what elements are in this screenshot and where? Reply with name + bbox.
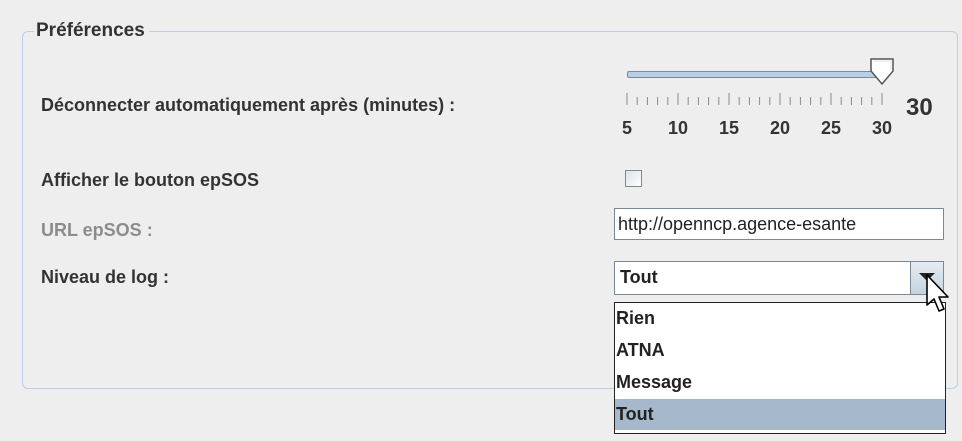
slider-track[interactable] (627, 71, 884, 78)
auto-logout-slider[interactable]: 5 10 15 20 25 30 (618, 58, 894, 154)
log-level-option-atna[interactable]: ATNA (615, 335, 945, 366)
slider-tick-label: 25 (820, 118, 842, 138)
epsos-url-field[interactable] (614, 208, 944, 240)
slider-tick-label: 20 (769, 118, 791, 138)
slider-tick-labels: 5 10 15 20 25 30 (618, 118, 894, 142)
log-level-option-message[interactable]: Message (615, 367, 945, 398)
log-level-label: Niveau de log : (41, 267, 170, 287)
auto-logout-label: Déconnecter automatiquement après (minut… (41, 95, 456, 115)
mouse-pointer-icon (926, 274, 949, 312)
epsos-button-checkbox[interactable] (625, 170, 642, 187)
log-level-selected: Tout (620, 267, 658, 287)
auto-logout-value: 30 (906, 94, 933, 121)
log-level-option-tout[interactable]: Tout (615, 399, 945, 430)
log-level-option-rien[interactable]: Rien (615, 303, 945, 334)
panel-title: Préférences (34, 19, 149, 43)
slider-tick-label: 30 (871, 118, 893, 138)
slider-thumb[interactable] (869, 58, 895, 86)
epsos-button-label: Afficher le bouton epSOS (41, 170, 260, 190)
epsos-url-label: URL epSOS : (41, 220, 153, 240)
slider-ticks (626, 93, 883, 105)
log-level-combo[interactable]: Tout (614, 261, 944, 295)
slider-tick-label: 5 (621, 118, 633, 138)
slider-tick-label: 10 (667, 118, 689, 138)
slider-tick-label: 15 (718, 118, 740, 138)
log-level-dropdown-list: Rien ATNA Message Tout (614, 302, 946, 434)
